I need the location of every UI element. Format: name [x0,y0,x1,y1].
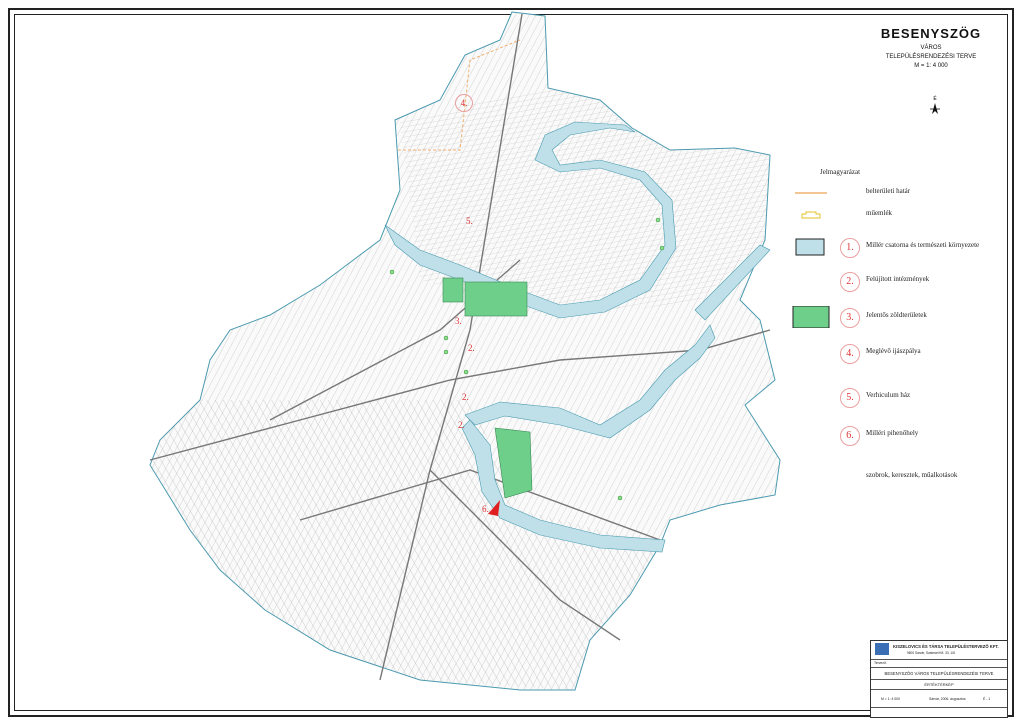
legend-label: belterületi határ [866,187,911,195]
map-label-2b: 2. [462,392,469,402]
boundary-line-icon [790,182,830,204]
stamp-row-meta: M = 1: 4 000 Sárvár, 2006. augusztus É -… [871,689,1007,708]
water-area-icon [790,236,830,258]
legend-label: műemlék [866,209,893,217]
legend-row-statues: szobrok, keresztek, műalkotások [790,466,1000,488]
legend-row-5: 5. Verhiculum ház [790,386,1000,408]
legend-label: Milléri pihenőhely [866,429,919,437]
stamp-address: 9600 Sárvár, Szatmári Kft. 33. 1/8 [907,651,955,655]
map-label-2c: 2. [458,420,465,430]
legend-row-2: 2. Felújított intézmények [790,270,1000,292]
map-scale: M = 1: 4 000 [914,63,948,69]
statue-dot-icon [790,466,853,488]
legend-number: 2. [840,272,860,292]
north-arrow-icon: É [928,96,942,118]
map-label-2a: 2. [468,343,475,353]
stamp-row-bottom [871,707,1007,717]
legend-number: 4. [840,344,860,364]
stamp-scale: M = 1: 4 000 [881,697,900,701]
legend-number: 1. [840,238,860,258]
legend-label: Felújított intézmények [866,275,930,283]
legend-row-4: 4. Meglévő ijászpálya [790,342,1000,364]
legend-row-3: 3. Jelentős zöldterületek [790,305,1000,329]
monument-icon [790,204,830,226]
legend-row-monument: műemlék [790,204,1000,226]
company-logo-icon [875,643,889,655]
map-label-3: 3. [455,316,462,326]
map-subtitle-1: VÁROS [920,45,942,51]
legend-row-6: 6. Milléri pihenőhely [790,424,1000,446]
map-label-6: 6. [482,504,489,514]
map-subtitle-2: TELEPÜLÉSRENDEZÉSI TERVE [885,54,977,60]
stamp-date: Sárvár, 2006. augusztus [929,697,966,701]
legend-number: 5. [840,388,860,408]
legend-number: 3. [840,308,860,328]
map-label-4: 4. [455,94,473,112]
map-label-5: 5. [466,216,473,226]
legend-label: Verhiculum ház [866,391,911,399]
legend-label: Jelentős zöldterületek [866,311,927,319]
legend-label: Millér csatorna és természeti környezete [866,241,980,249]
stamp-prepared: Tervező: [874,661,887,665]
green-area-icon [790,305,830,329]
drawing-stamp: KISZELOVICS ÉS TÁRSA TELEPÜLÉSTERVEZŐ KF… [870,640,1008,718]
legend-label: Meglévő ijászpálya [866,347,921,355]
legend-row-1: 1. Millér csatorna és természeti környez… [790,236,1000,258]
stamp-sheet-no: É - 1 [983,697,991,701]
legend-row-boundary: belterületi határ [790,182,1000,204]
legend-number: 6. [840,426,860,446]
map-title: BESENYSZÖG [880,26,982,41]
map-title-block: BESENYSZÖG VÁROS TELEPÜLÉSRENDEZÉSI TERV… [856,26,1006,69]
legend-title: Jelmagyarázat [820,168,861,176]
green-area-north [464,281,528,317]
stamp-firm: KISZELOVICS ÉS TÁRSA TELEPÜLÉSTERVEZŐ KF… [893,644,999,649]
legend-label: szobrok, keresztek, műalkotások [866,471,958,479]
green-area-small [442,277,464,303]
